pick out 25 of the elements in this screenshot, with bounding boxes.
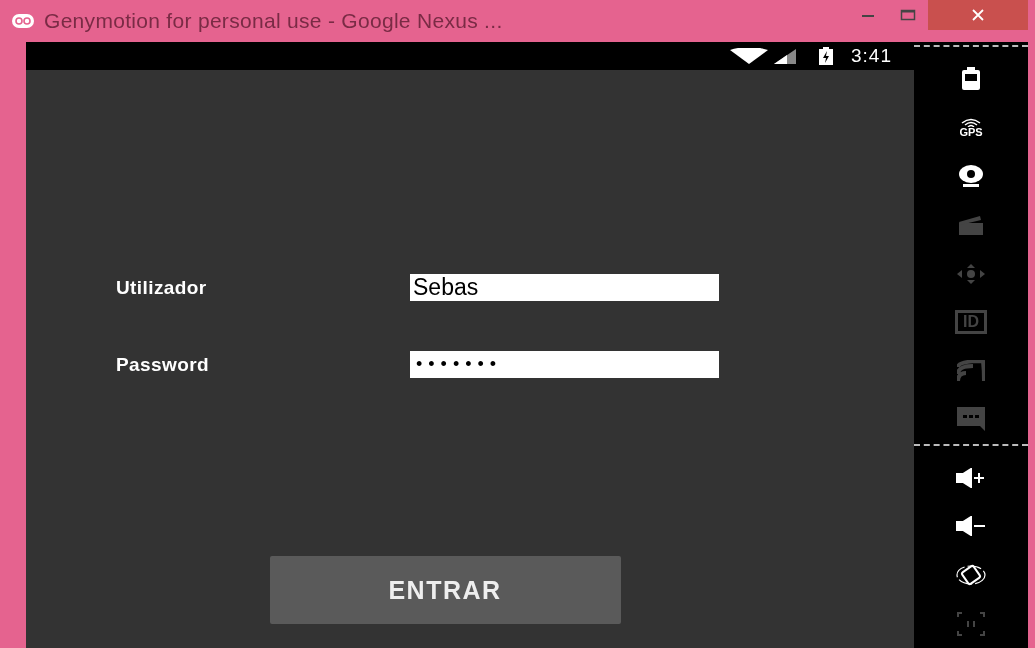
volume-up-icon xyxy=(956,467,986,488)
window-title: Genymotion for personal use - Google Nexus ... xyxy=(44,9,504,33)
sms-icon xyxy=(956,406,986,433)
close-icon xyxy=(972,9,984,21)
username-field[interactable]: Sebas xyxy=(410,274,719,301)
field-label: Password xyxy=(116,353,210,376)
scale-icon xyxy=(957,611,985,636)
gps-tool-button[interactable]: GPS xyxy=(959,103,983,153)
login-button[interactable]: ENTRAR xyxy=(269,556,621,624)
status-time: 3:41 xyxy=(851,45,892,67)
volume-down-icon xyxy=(956,516,986,537)
maximize-icon xyxy=(900,9,916,21)
clapperboard-icon xyxy=(958,214,984,236)
password-field[interactable]: ••••••• xyxy=(410,351,719,378)
gps-label: GPS xyxy=(959,126,983,138)
battery-charging-icon xyxy=(819,47,833,65)
battery-icon xyxy=(961,67,981,92)
signal-icon xyxy=(773,48,797,64)
signal-waves-icon xyxy=(960,117,982,127)
wifi-icon xyxy=(729,48,769,64)
id-icon: ID xyxy=(955,310,987,335)
app-logo-icon xyxy=(12,14,34,28)
dpad-icon xyxy=(956,262,986,285)
webcam-icon xyxy=(958,164,984,189)
field-label: Utilizador xyxy=(116,276,208,299)
